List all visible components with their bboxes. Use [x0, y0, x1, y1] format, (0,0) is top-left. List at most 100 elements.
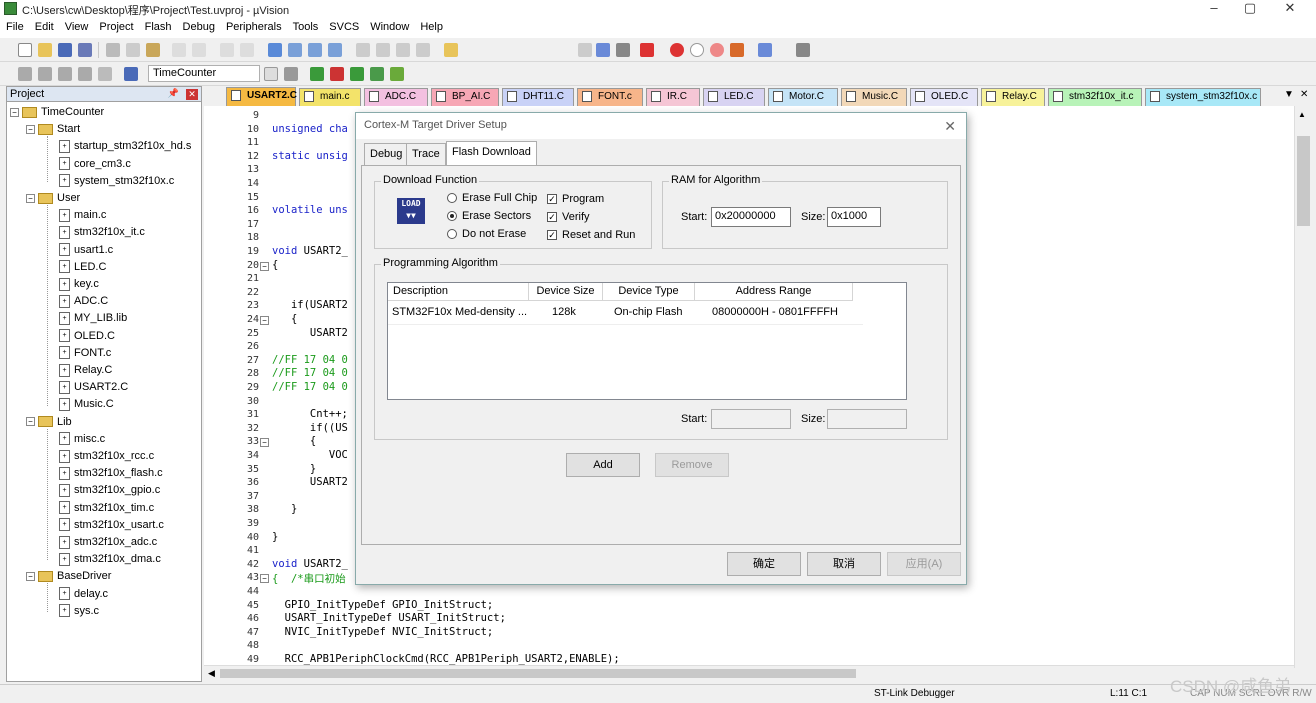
tab-main-c[interactable]: main.c — [299, 88, 361, 106]
tree-file[interactable]: + stm32f10x_flash.c — [59, 465, 163, 482]
translate-icon[interactable] — [18, 67, 32, 81]
disable-breakpoint-icon[interactable] — [690, 43, 704, 57]
incremental-find-icon[interactable] — [616, 43, 630, 57]
rebuild-icon[interactable] — [58, 67, 72, 81]
hscroll-thumb[interactable] — [220, 669, 856, 678]
tree-file[interactable]: + OLED.C — [59, 328, 115, 345]
chevron-down-icon[interactable] — [264, 67, 278, 81]
tree-file[interactable]: + sys.c — [59, 603, 99, 620]
fold-icon[interactable]: − — [260, 316, 269, 325]
configure-icon[interactable] — [796, 43, 810, 57]
redo-icon[interactable] — [192, 43, 206, 57]
tree-file[interactable]: + stm32f10x_adc.c — [59, 534, 157, 551]
tree-file[interactable]: + stm32f10x_dma.c — [59, 551, 161, 568]
tree-file[interactable]: + FONT.c — [59, 345, 111, 362]
new-file-icon[interactable] — [18, 43, 32, 57]
disable-all-breakpoints-icon[interactable] — [730, 43, 744, 57]
cut-icon[interactable] — [106, 43, 120, 57]
bookmark-icon[interactable] — [268, 43, 282, 57]
group-user[interactable]: − User — [26, 190, 80, 207]
unindent-icon[interactable] — [376, 43, 390, 57]
tree-file[interactable]: + core_cm3.c — [59, 156, 131, 173]
undo-icon[interactable] — [172, 43, 186, 57]
tab-bp-ai-c[interactable]: BP_AI.C — [431, 88, 499, 106]
tab-ir-c[interactable]: IR.C — [646, 88, 700, 106]
scroll-thumb[interactable] — [1297, 136, 1310, 226]
tab-motor-c[interactable]: Motor.C — [768, 88, 838, 106]
select-packs-icon[interactable] — [390, 67, 404, 81]
vertical-scrollbar[interactable]: ▲ — [1294, 106, 1312, 668]
ok-button[interactable]: 确定 — [727, 552, 801, 576]
scroll-up-icon[interactable]: ▲ — [1298, 110, 1306, 119]
menu-window[interactable]: Window — [364, 18, 414, 33]
ram-size-input[interactable]: 0x1000 — [827, 207, 881, 227]
collapse-icon[interactable]: − — [26, 124, 35, 134]
pack-installer-icon[interactable] — [370, 67, 384, 81]
target-select[interactable]: TimeCounter — [148, 65, 260, 82]
tree-file[interactable]: + delay.c — [59, 586, 108, 603]
tree-file[interactable]: + LED.C — [59, 259, 106, 276]
tab-debug[interactable]: Debug — [364, 143, 409, 165]
tab-flash-download[interactable]: Flash Download — [446, 141, 537, 165]
tab-system-stm32f10x-c[interactable]: system_stm32f10x.c — [1145, 88, 1261, 106]
tab-trace[interactable]: Trace — [406, 143, 446, 165]
tab-font-c[interactable]: FONT.c — [577, 88, 643, 106]
next-bookmark-icon[interactable] — [308, 43, 322, 57]
menu-view[interactable]: View — [59, 18, 94, 33]
kill-breakpoints-icon[interactable] — [710, 43, 724, 57]
project-root[interactable]: − TimeCounter — [10, 104, 104, 121]
table-row[interactable]: STM32F10x Med-density ... 128k On-chip F… — [388, 303, 863, 325]
radio-do-not-erase[interactable]: Do not Erase — [447, 228, 526, 240]
comment-icon[interactable] — [396, 43, 410, 57]
tree-file[interactable]: + USART2.C — [59, 379, 128, 396]
clear-bookmarks-icon[interactable] — [328, 43, 342, 57]
tab-list-icon[interactable]: ▼ — [1284, 89, 1294, 100]
menu-project[interactable]: Project — [93, 18, 138, 33]
tree-file[interactable]: + stm32f10x_gpio.c — [59, 482, 160, 499]
group-lib[interactable]: − Lib — [26, 414, 72, 431]
fold-icon[interactable]: − — [260, 438, 269, 448]
column-description[interactable]: Description — [388, 283, 529, 301]
dialog-close-icon[interactable]: ✕ — [944, 118, 956, 135]
stop-build-icon[interactable] — [98, 67, 112, 81]
menu-svcs[interactable]: SVCS — [323, 18, 364, 33]
forward-icon[interactable] — [240, 43, 254, 57]
tree-file[interactable]: + key.c — [59, 276, 99, 293]
tree-file[interactable]: + stm32f10x_usart.c — [59, 517, 164, 534]
checkbox-reset-and-run[interactable]: ✓ Reset and Run — [547, 229, 635, 241]
tab-music-c[interactable]: Music.C — [841, 88, 907, 106]
checkbox-verify[interactable]: ✓ Verify — [547, 211, 590, 223]
tree-file[interactable]: + Relay.C — [59, 362, 112, 379]
build-icon[interactable] — [38, 67, 52, 81]
cancel-button[interactable]: 取消 — [807, 552, 881, 576]
tree-file[interactable]: + system_stm32f10x.c — [59, 173, 174, 190]
group-basedriver[interactable]: − BaseDriver — [26, 568, 111, 585]
breakpoint-icon[interactable] — [670, 43, 684, 57]
checkbox-program[interactable]: ✓ Program — [547, 193, 604, 205]
menu-tools[interactable]: Tools — [287, 18, 324, 33]
tree-file[interactable]: + MY_LIB.lib — [59, 310, 127, 327]
group-start[interactable]: − Start — [26, 121, 80, 138]
tab-led-c[interactable]: LED.C — [703, 88, 765, 106]
tree-file[interactable]: + ADC.C — [59, 293, 108, 310]
run-time-environment-icon[interactable] — [350, 67, 364, 81]
menu-peripherals[interactable]: Peripherals — [220, 18, 287, 33]
paste-icon[interactable] — [146, 43, 160, 57]
radio-erase-sectors[interactable]: Erase Sectors — [447, 210, 531, 222]
prev-bookmark-icon[interactable] — [288, 43, 302, 57]
tab-dht11-c[interactable]: DHT11.C — [502, 88, 574, 106]
tree-file[interactable]: + stm32f10x_rcc.c — [59, 448, 154, 465]
menu-file[interactable]: File — [0, 18, 29, 33]
tab-stm32f10x-it-c[interactable]: stm32f10x_it.c — [1048, 88, 1142, 106]
column-device-type[interactable]: Device Type — [603, 283, 695, 301]
tree-file[interactable]: + stm32f10x_tim.c — [59, 500, 154, 517]
column-address-range[interactable]: Address Range — [695, 283, 853, 301]
maximize-button[interactable]: ▢ — [1232, 0, 1268, 18]
tree-file[interactable]: + misc.c — [59, 431, 105, 448]
radio-erase-full-chip[interactable]: Erase Full Chip — [447, 192, 537, 204]
scroll-left-icon[interactable]: ◀ — [208, 668, 215, 679]
window-layout-icon[interactable] — [758, 43, 772, 57]
save-icon[interactable] — [58, 43, 72, 57]
pin-icon[interactable]: 📌 — [168, 88, 179, 99]
minimize-button[interactable]: – — [1196, 0, 1232, 18]
